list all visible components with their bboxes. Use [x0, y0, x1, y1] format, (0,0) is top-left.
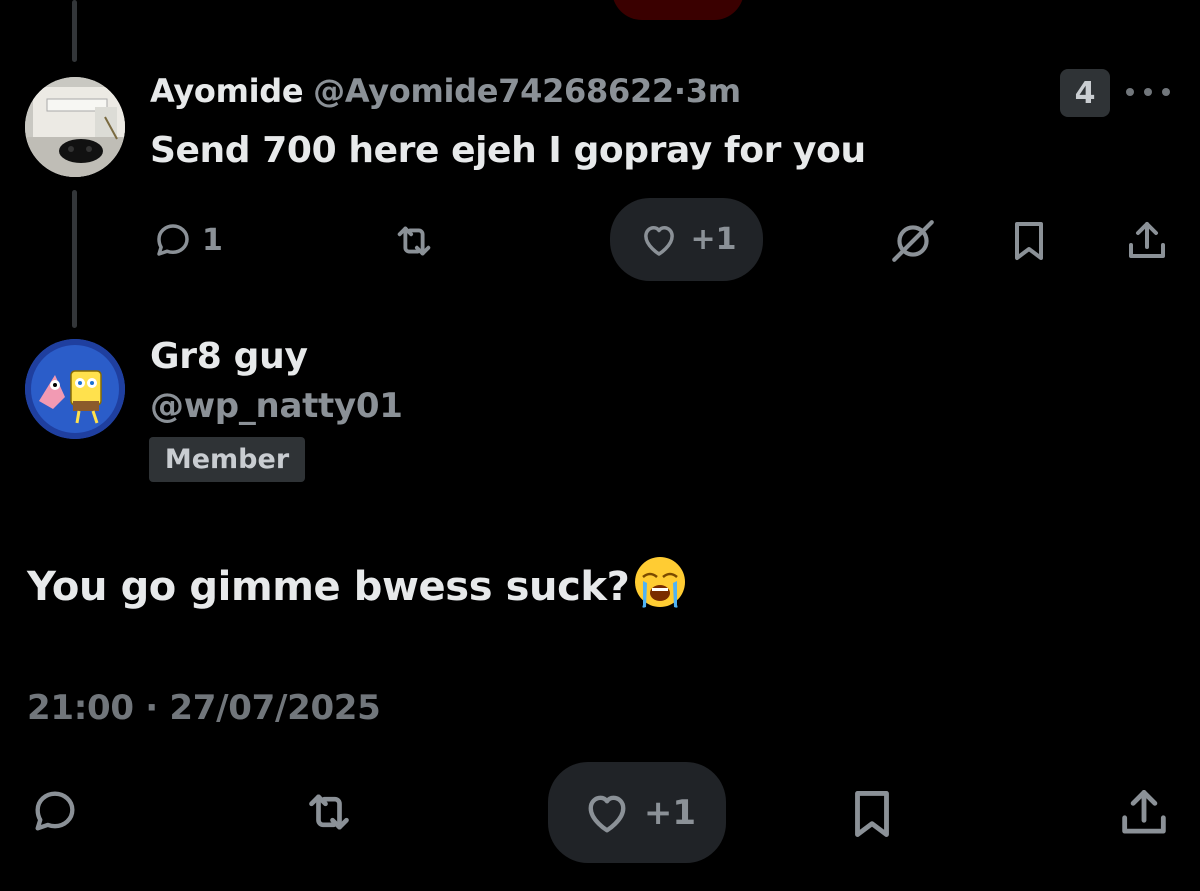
post-timestamp[interactable]: 21:00 · 27/07/2025	[27, 688, 381, 728]
reply-bookmark-button[interactable]	[1005, 217, 1053, 265]
reply-author-handle[interactable]: @Ayomide74268622	[313, 72, 674, 110]
retweet-icon	[309, 794, 349, 830]
bookmark-icon	[1015, 222, 1043, 260]
top-cropped-red-element	[612, 0, 744, 20]
post-comment-button[interactable]	[27, 785, 83, 837]
reply-header: Ayomide @Ayomide74268622·3m	[150, 72, 741, 110]
post-share-button[interactable]	[1115, 784, 1173, 842]
thread-line-top	[72, 0, 77, 62]
post-like-button[interactable]: +1	[548, 762, 726, 863]
member-badge[interactable]: Member	[149, 437, 305, 482]
bookmark-icon	[855, 791, 889, 837]
heart-icon	[588, 795, 626, 832]
post-author-handle[interactable]: @wp_natty01	[150, 386, 403, 426]
post-retweet-button[interactable]	[298, 784, 360, 840]
grok-button[interactable]	[888, 216, 938, 266]
reply-share-button[interactable]	[1123, 217, 1171, 265]
post-author-name[interactable]: Gr8 guy	[150, 336, 308, 377]
reply-comment-count: 1	[202, 222, 223, 258]
post-bookmark-button[interactable]	[843, 785, 901, 843]
thread-line-middle	[72, 190, 77, 328]
post-avatar[interactable]	[25, 339, 125, 439]
post-text: You go gimme bwess suck?	[27, 564, 630, 610]
share-icon	[1122, 790, 1166, 834]
reply-retweet-button[interactable]	[388, 218, 440, 264]
crying-face-emoji-icon	[633, 555, 687, 619]
reply-author-name[interactable]: Ayomide	[150, 72, 304, 110]
reply-avatar-image	[25, 77, 125, 177]
comment-icon	[35, 791, 75, 831]
post-avatar-image	[25, 339, 125, 439]
reply-like-button[interactable]: +1	[610, 198, 763, 281]
reply-time[interactable]: 3m	[686, 72, 741, 110]
grok-icon	[892, 220, 934, 262]
retweet-icon	[397, 226, 431, 256]
reply-text: Send 700 here ejeh I gopray for you	[150, 130, 866, 171]
share-icon	[1129, 222, 1165, 258]
heart-icon	[644, 225, 675, 256]
reply-comment-button[interactable]: 1	[150, 219, 223, 261]
comment-icon	[157, 224, 189, 256]
post-text-row: You go gimme bwess suck?	[27, 555, 687, 619]
reply-avatar[interactable]	[25, 77, 125, 177]
reply-separator: ·	[673, 72, 686, 110]
post-like-label: +1	[643, 792, 697, 833]
more-icon[interactable]	[1126, 80, 1170, 104]
reply-like-label: +1	[690, 222, 737, 257]
reply-count-badge[interactable]: 4	[1060, 69, 1110, 117]
